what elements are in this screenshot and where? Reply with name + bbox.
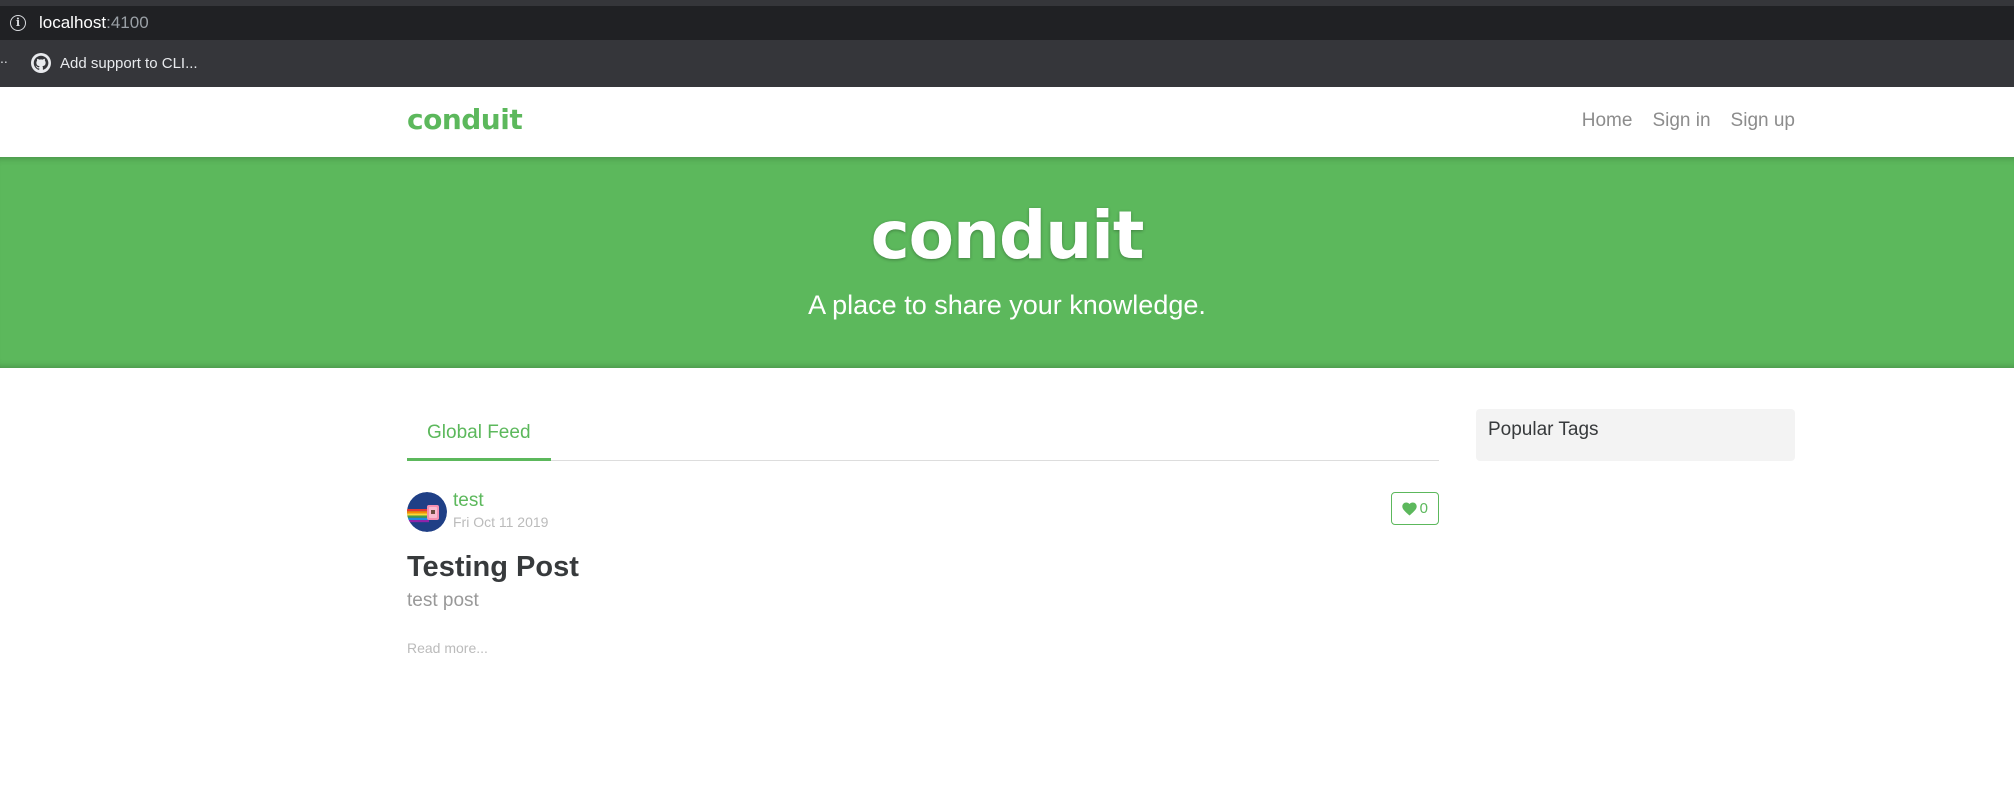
avatar[interactable] [407,492,447,532]
app-navbar: conduit Home Sign in Sign up [0,87,2014,157]
url-host: localhost [39,13,107,32]
article-description: test post [407,590,479,611]
nav-home-link[interactable]: Home [1582,110,1633,132]
banner-title: conduit [870,197,1145,274]
nav-sign-in-link[interactable]: Sign in [1652,110,1710,132]
heart-icon [1401,501,1417,516]
article-title[interactable]: Testing Post [407,551,579,584]
bookmarks-overflow[interactable]: .. [0,50,8,66]
browser-chrome: i localhost:4100 .. Add support to CLI..… [0,0,2014,87]
github-icon [31,53,51,73]
nav-links: Home Sign in Sign up [1582,110,1795,132]
nav-sign-up-link[interactable]: Sign up [1731,110,1795,132]
bookmarks-bar: .. Add support to CLI... [0,48,2014,78]
hero-banner: conduit A place to share your knowledge. [0,157,2014,368]
bookmark-label: Add support to CLI... [60,54,198,72]
url-text[interactable]: localhost:4100 [39,13,149,33]
favorite-count: 0 [1419,500,1428,517]
author-link[interactable]: test [453,490,484,512]
feed-section: Global Feed test Fri Oct 11 2019 0 Testi… [407,410,1439,656]
sidebar-title: Popular Tags [1488,419,1599,440]
url-port: :4100 [106,13,149,32]
avatar-image [407,492,447,532]
popular-tags-sidebar: Popular Tags [1476,409,1795,461]
info-icon[interactable]: i [10,15,26,31]
favorite-button[interactable]: 0 [1390,492,1439,525]
bookmark-item[interactable]: Add support to CLI... [31,51,198,75]
feed-tabs: Global Feed [407,410,1439,461]
tab-global-feed[interactable]: Global Feed [407,410,551,461]
read-more-link[interactable]: Read more... [407,640,488,656]
banner-subtitle: A place to share your knowledge. [808,290,1206,320]
brand-logo[interactable]: conduit [407,103,523,136]
article-date: Fri Oct 11 2019 [453,514,549,530]
address-bar[interactable]: i localhost:4100 [0,6,2014,40]
